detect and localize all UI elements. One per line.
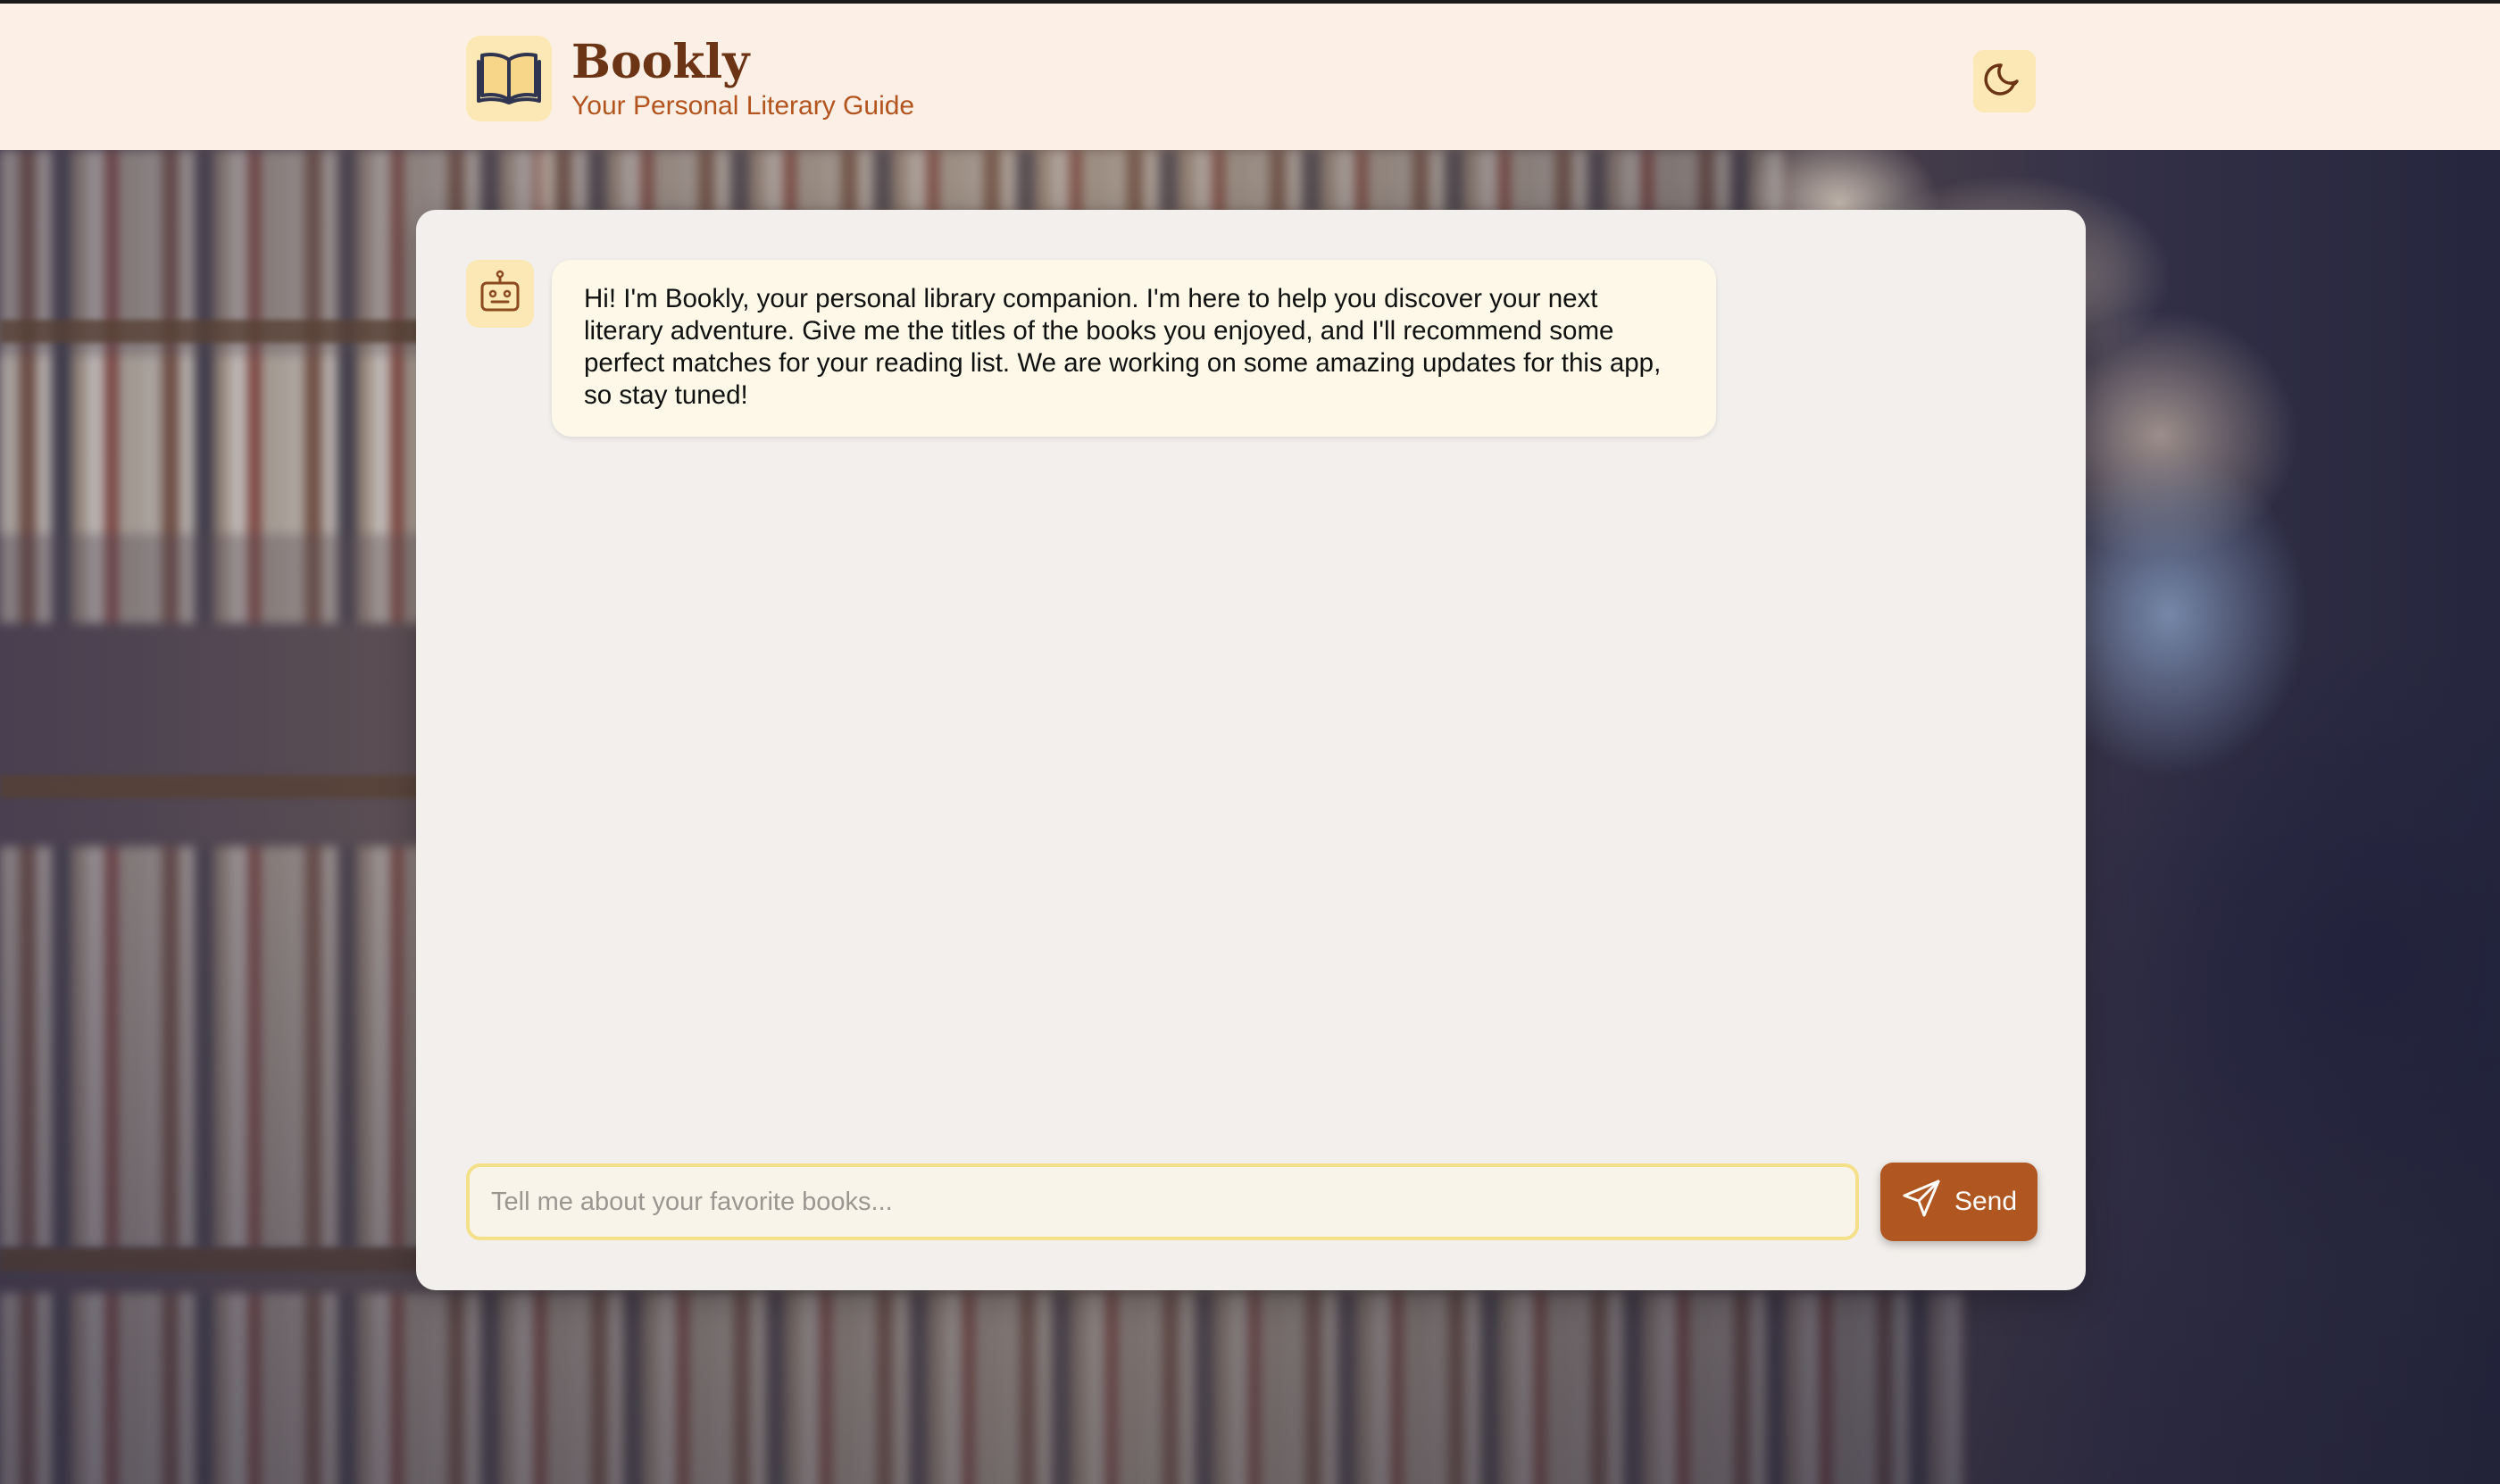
- open-book-icon: [477, 49, 541, 109]
- app-subtitle: Your Personal Literary Guide: [571, 91, 915, 121]
- bot-message-bubble: Hi! I'm Bookly, your personal library co…: [552, 260, 1716, 437]
- app-header: Bookly Your Personal Literary Guide: [0, 0, 2500, 150]
- bot-avatar: [466, 260, 534, 328]
- chat-panel: Hi! I'm Bookly, your personal library co…: [416, 210, 2086, 1290]
- send-icon: [1901, 1178, 1942, 1226]
- send-button-label: Send: [1954, 1187, 2018, 1216]
- send-button[interactable]: Send: [1880, 1163, 2038, 1241]
- moon-icon: [1983, 58, 2026, 105]
- chat-message-input[interactable]: [466, 1163, 1859, 1240]
- robot-icon: [477, 269, 523, 320]
- logo: [466, 36, 552, 121]
- theme-toggle-button[interactable]: [1973, 50, 2036, 113]
- app-title: Bookly: [571, 35, 750, 89]
